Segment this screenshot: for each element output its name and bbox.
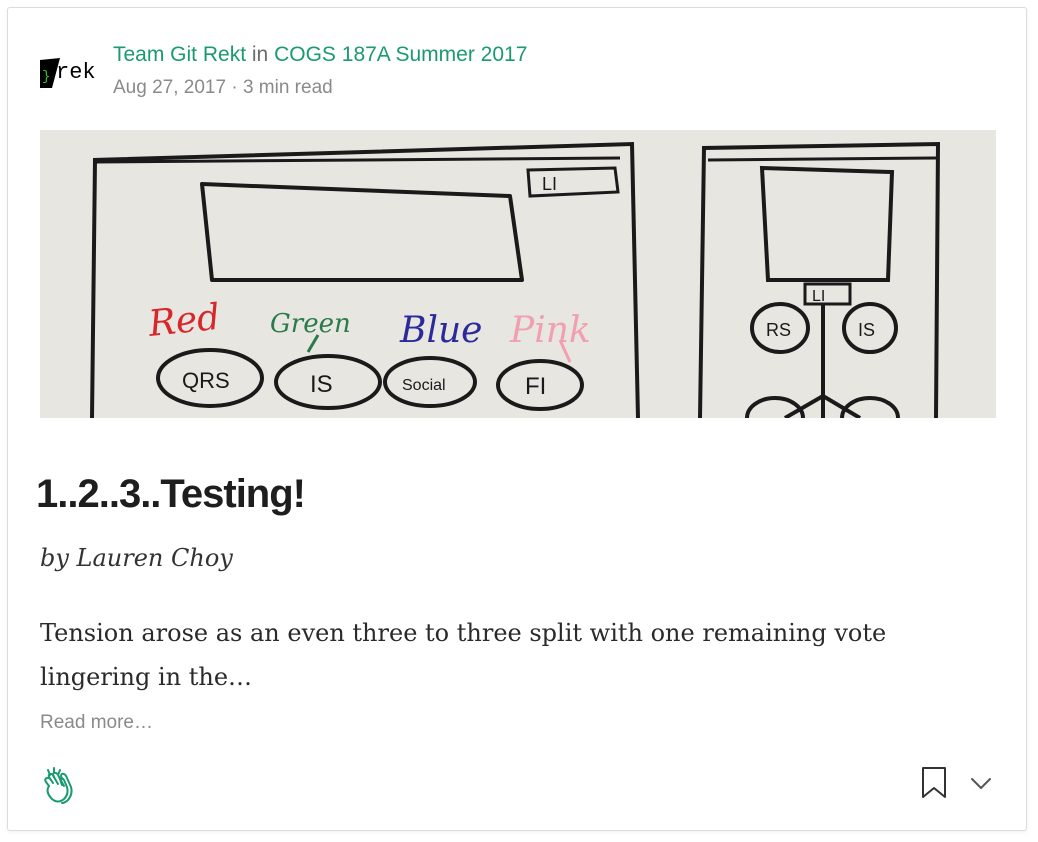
post-attribution: Team Git Rekt in COGS 187A Summer 2017 bbox=[113, 43, 527, 67]
avatar-logo-text: rek bbox=[56, 60, 96, 85]
attribution-connector: in bbox=[251, 43, 269, 66]
sketch-label-green: Green bbox=[270, 309, 351, 339]
sketch-button-fi: FI bbox=[525, 373, 546, 400]
read-more-link[interactable]: Read more… bbox=[40, 712, 153, 734]
sketch-button-rs: RS bbox=[766, 320, 791, 340]
post-byline: by Lauren Choy bbox=[40, 544, 233, 572]
read-time: 3 min read bbox=[242, 77, 333, 98]
bookmark-icon bbox=[922, 767, 946, 798]
meta-separator: · bbox=[231, 77, 238, 98]
post-title[interactable]: 1..2..3..Testing! bbox=[36, 472, 306, 517]
sketch-label-pink: Pink bbox=[509, 310, 591, 351]
more-options-button[interactable] bbox=[968, 772, 994, 794]
publication-link[interactable]: COGS 187A Summer 2017 bbox=[274, 43, 527, 66]
sketch-button-is-right: IS bbox=[858, 320, 875, 340]
bookmark-button[interactable] bbox=[920, 766, 948, 800]
clap-button[interactable] bbox=[40, 766, 80, 806]
clap-icon bbox=[44, 767, 73, 804]
sketch-label-li-left: LI bbox=[542, 174, 557, 194]
publication-avatar[interactable]: } rek bbox=[40, 52, 98, 94]
hero-image[interactable]: LI Red Green Blue Pink QRS IS Social FI … bbox=[40, 130, 996, 418]
chevron-down-icon bbox=[971, 778, 991, 789]
sketch-button-is: IS bbox=[310, 371, 333, 398]
author-link[interactable]: Team Git Rekt bbox=[113, 43, 246, 66]
post-date[interactable]: Aug 27, 2017 bbox=[113, 77, 226, 98]
sketch-label-li-right: LI bbox=[812, 288, 825, 305]
svg-text:}: } bbox=[42, 69, 50, 85]
sketch-button-qrs: QRS bbox=[182, 368, 230, 393]
hand-drawn-sketch: LI Red Green Blue Pink QRS IS Social FI … bbox=[40, 130, 996, 418]
sketch-label-red: Red bbox=[146, 297, 222, 345]
sketch-label-blue: Blue bbox=[399, 310, 482, 351]
post-excerpt: Tension arose as an even three to three … bbox=[40, 619, 887, 691]
sketch-button-social: Social bbox=[402, 377, 446, 394]
post-meta: Aug 27, 2017 · 3 min read bbox=[113, 77, 333, 99]
